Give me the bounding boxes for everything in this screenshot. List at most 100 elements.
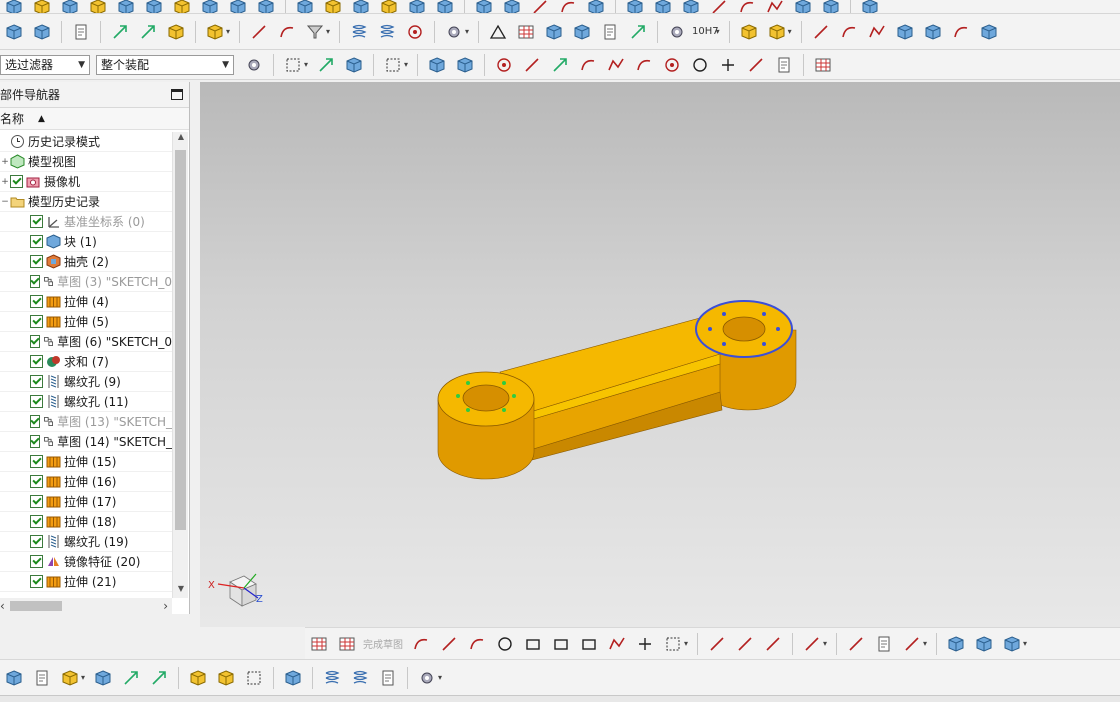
coil-tool-icon[interactable]: [347, 20, 371, 44]
line-tool-icon[interactable]: [761, 632, 785, 656]
visibility-checkbox[interactable]: [30, 415, 41, 428]
scrollbar-thumb[interactable]: [175, 150, 186, 530]
plus-tool-icon[interactable]: [633, 632, 657, 656]
box-tool-icon[interactable]: [281, 53, 305, 77]
visibility-checkbox[interactable]: [30, 255, 43, 268]
cube-tool-icon[interactable]: [91, 666, 115, 690]
poly-tool-icon[interactable]: [604, 53, 628, 77]
visibility-checkbox[interactable]: [30, 295, 43, 308]
tree-node[interactable]: 拉伸 (16): [0, 472, 172, 492]
arrow-tool-icon[interactable]: [119, 666, 143, 690]
cube-tool-icon[interactable]: [623, 0, 647, 13]
cubeY-tool-icon[interactable]: [170, 0, 194, 13]
cube-tool-icon[interactable]: [405, 0, 429, 13]
cube-tool-icon[interactable]: [254, 0, 278, 13]
tree-node[interactable]: 螺纹孔 (11): [0, 392, 172, 412]
arc-tool-icon[interactable]: [275, 20, 299, 44]
arc-tool-icon[interactable]: [576, 53, 600, 77]
visibility-checkbox[interactable]: [30, 375, 43, 388]
assembly-scope-combo[interactable]: 整个装配 ▼: [96, 54, 234, 75]
visibility-checkbox[interactable]: [30, 315, 43, 328]
cube-tool-icon[interactable]: [584, 0, 608, 13]
tree-node[interactable]: 草图 (14) "SKETCH_: [0, 432, 172, 452]
gear-tool-icon[interactable]: [442, 20, 466, 44]
cube-tool-icon[interactable]: [2, 20, 26, 44]
visibility-checkbox[interactable]: [30, 575, 43, 588]
grid-tool-icon[interactable]: [307, 632, 331, 656]
graphics-viewport[interactable]: X Z: [200, 82, 1120, 627]
tree-node[interactable]: 镜像特征 (20): [0, 552, 172, 572]
tree-node[interactable]: 块 (1): [0, 232, 172, 252]
chevron-down-icon[interactable]: ▾: [823, 639, 831, 648]
cubeY-tool-icon[interactable]: [214, 666, 238, 690]
scroll-right-icon[interactable]: ›: [163, 599, 168, 613]
chevron-down-icon[interactable]: ▾: [81, 673, 89, 682]
cube-tool-icon[interactable]: [679, 0, 703, 13]
line-tool-icon[interactable]: [900, 632, 924, 656]
gear-tool-icon[interactable]: [415, 666, 439, 690]
gear-tool-icon[interactable]: [242, 53, 266, 77]
cubeY-tool-icon[interactable]: [377, 0, 401, 13]
arc-tool-icon[interactable]: [409, 632, 433, 656]
rect-tool-icon[interactable]: [521, 632, 545, 656]
visibility-checkbox[interactable]: [30, 355, 43, 368]
visibility-checkbox[interactable]: [30, 235, 43, 248]
cube-tool-icon[interactable]: [977, 20, 1001, 44]
arc-tool-icon[interactable]: [465, 632, 489, 656]
arc-tool-icon[interactable]: [556, 0, 580, 13]
doc-tool-icon[interactable]: [598, 20, 622, 44]
tree-node[interactable]: 拉伸 (15): [0, 452, 172, 472]
arrow-tool-icon[interactable]: [147, 666, 171, 690]
cube-tool-icon[interactable]: [142, 0, 166, 13]
cube-tool-icon[interactable]: [819, 0, 843, 13]
arrow-tool-icon[interactable]: [548, 53, 572, 77]
cubeY-tool-icon[interactable]: [203, 20, 227, 44]
arc-tool-icon[interactable]: [837, 20, 861, 44]
tri-tool-icon[interactable]: [486, 20, 510, 44]
tree-node[interactable]: 历史记录模式: [0, 132, 172, 152]
cube-tool-icon[interactable]: [433, 0, 457, 13]
doc-tool-icon[interactable]: [69, 20, 93, 44]
tree-node[interactable]: + 摄像机: [0, 172, 172, 192]
circle-tool-icon[interactable]: [688, 53, 712, 77]
poly-tool-icon[interactable]: [763, 0, 787, 13]
tree-node[interactable]: 螺纹孔 (9): [0, 372, 172, 392]
visibility-checkbox[interactable]: [30, 535, 43, 548]
visibility-checkbox[interactable]: [30, 515, 43, 528]
arrow-tool-icon[interactable]: [136, 20, 160, 44]
cube-tool-icon[interactable]: [281, 666, 305, 690]
chevron-down-icon[interactable]: ▾: [716, 27, 724, 36]
cube-tool-icon[interactable]: [293, 0, 317, 13]
tree-node[interactable]: 拉伸 (18): [0, 512, 172, 532]
visibility-checkbox[interactable]: [30, 395, 43, 408]
target-tool-icon[interactable]: [492, 53, 516, 77]
line-tool-icon[interactable]: [707, 0, 731, 13]
target-tool-icon[interactable]: [660, 53, 684, 77]
visibility-checkbox[interactable]: [30, 435, 41, 448]
cube-tool-icon[interactable]: [342, 53, 366, 77]
cube-tool-icon[interactable]: [58, 0, 82, 13]
cube-tool-icon[interactable]: [198, 0, 222, 13]
line-tool-icon[interactable]: [800, 632, 824, 656]
tree-node[interactable]: 草图 (6) "SKETCH_0: [0, 332, 172, 352]
cube-tool-icon[interactable]: [921, 20, 945, 44]
coil-tool-icon[interactable]: [320, 666, 344, 690]
chevron-down-icon[interactable]: ▾: [304, 60, 312, 69]
line-tool-icon[interactable]: [733, 632, 757, 656]
line-tool-icon[interactable]: [520, 53, 544, 77]
cube-tool-icon[interactable]: [651, 0, 675, 13]
column-header-name[interactable]: 名称 ▲: [0, 108, 189, 130]
tree-node[interactable]: 拉伸 (17): [0, 492, 172, 512]
cube-tool-icon[interactable]: [858, 0, 882, 13]
chevron-down-icon[interactable]: ▾: [1023, 639, 1031, 648]
scroll-down-icon[interactable]: ▼: [173, 584, 189, 598]
grid-tool-icon[interactable]: [811, 53, 835, 77]
cube-tool-icon[interactable]: [2, 0, 26, 13]
line-tool-icon[interactable]: [744, 53, 768, 77]
line-tool-icon[interactable]: [247, 20, 271, 44]
doc-tool-icon[interactable]: [772, 53, 796, 77]
tree-node[interactable]: 拉伸 (4): [0, 292, 172, 312]
cube-tool-icon[interactable]: [114, 0, 138, 13]
tree-expander-icon[interactable]: +: [0, 157, 10, 167]
cube-tool-icon[interactable]: [425, 53, 449, 77]
